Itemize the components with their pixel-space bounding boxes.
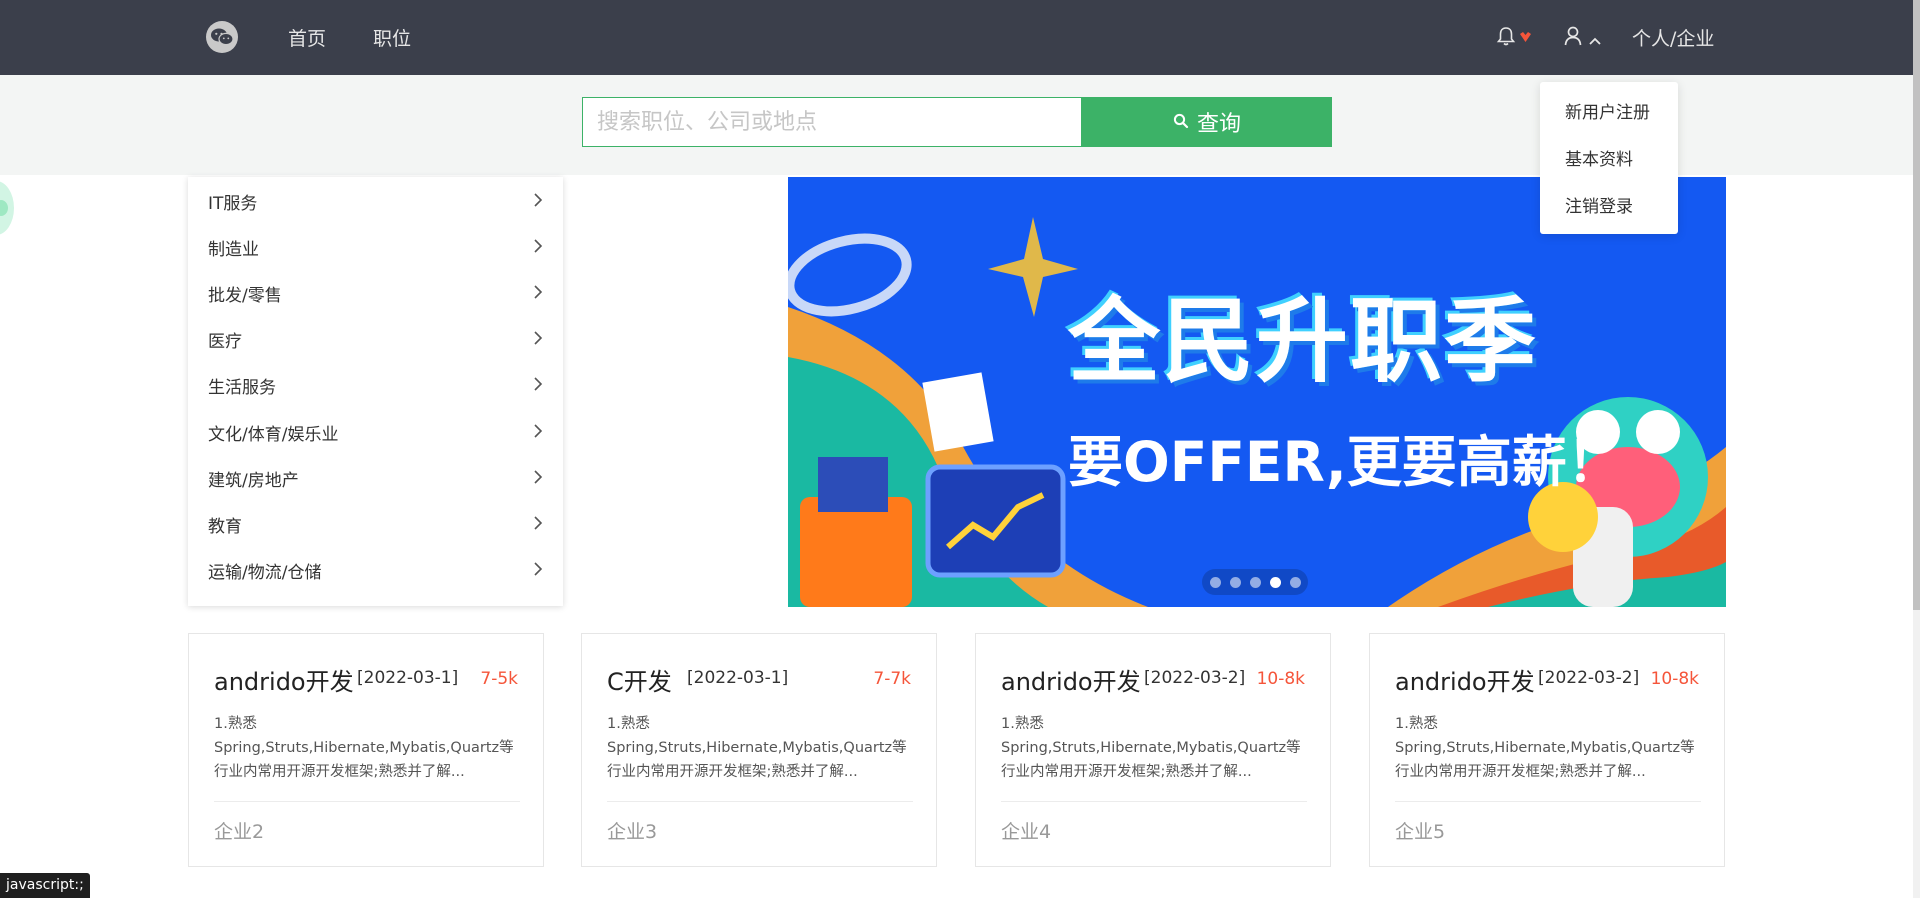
job-description: 1.熟悉 Spring,Struts,Hibernate,Mybatis,Qua… — [1395, 716, 1695, 780]
chevron-right-icon — [533, 192, 543, 212]
job-title: andrido开发 — [214, 668, 354, 696]
job-company: 企业2 — [214, 821, 265, 843]
bell-icon[interactable] — [1496, 25, 1516, 51]
category-item[interactable]: 文化/体育/娱乐业 — [188, 408, 563, 454]
job-title: C开发 — [607, 668, 672, 696]
category-item[interactable]: 批发/零售 — [188, 269, 563, 315]
category-label: 建筑/房地产 — [208, 471, 299, 491]
carousel-dot[interactable] — [1230, 577, 1241, 588]
job-date: [2022-03-2] — [1538, 668, 1640, 688]
category-item[interactable]: 运输/物流/仓储 — [188, 546, 563, 592]
job-date: [2022-03-1] — [687, 668, 789, 688]
job-card[interactable]: andrido开发 [2022-03-2] 10-8k 1.熟悉 Spring,… — [1369, 633, 1725, 867]
chevron-right-icon — [533, 238, 543, 258]
job-title: andrido开发 — [1395, 668, 1535, 696]
job-date: [2022-03-1] — [357, 668, 459, 688]
job-company: 企业5 — [1395, 821, 1446, 843]
job-company: 企业3 — [607, 821, 658, 843]
banner-title: 全民升职季 — [1068, 288, 1539, 395]
job-salary: 7-7k — [873, 669, 911, 689]
personal-enterprise-link[interactable]: 个人/企业 — [1632, 24, 1714, 51]
chevron-right-icon — [533, 284, 543, 304]
category-menu: IT服务 制造业 批发/零售 医疗 生活服务 文化/体育/娱乐业 建筑/房地产 … — [188, 177, 563, 606]
carousel-indicators — [1202, 569, 1308, 595]
chevron-right-icon — [533, 515, 543, 535]
category-label: 运输/物流/仓储 — [208, 563, 322, 583]
divider — [607, 801, 913, 802]
nav-jobs[interactable]: 职位 — [373, 24, 411, 51]
job-salary: 10-8k — [1256, 669, 1305, 689]
carousel-dot[interactable] — [1290, 577, 1301, 588]
job-description: 1.熟悉 Spring,Struts,Hibernate,Mybatis,Qua… — [607, 716, 907, 780]
job-description: 1.熟悉 Spring,Struts,Hibernate,Mybatis,Qua… — [1001, 716, 1301, 780]
category-label: 批发/零售 — [208, 286, 282, 306]
category-label: 制造业 — [208, 240, 259, 260]
chevron-right-icon — [533, 469, 543, 489]
menu-item-profile[interactable]: 基本资料 — [1565, 145, 1633, 170]
carousel-dot[interactable] — [1210, 577, 1221, 588]
promo-banner[interactable]: 全民升职季 要OFFER,更要高薪！ — [788, 177, 1726, 607]
category-item[interactable]: 建筑/房地产 — [188, 454, 563, 500]
chevron-right-icon — [533, 561, 543, 581]
menu-item-logout[interactable]: 注销登录 — [1565, 192, 1633, 217]
job-date: [2022-03-2] — [1144, 668, 1246, 688]
category-label: 生活服务 — [208, 378, 276, 398]
chevron-right-icon — [533, 423, 543, 443]
job-card[interactable]: andrido开发 [2022-03-1] 7-5k 1.熟悉 Spring,S… — [188, 633, 544, 867]
category-label: IT服务 — [208, 194, 258, 214]
scrollbar-thumb[interactable] — [1913, 0, 1920, 610]
job-salary: 7-5k — [480, 669, 518, 689]
nav-home[interactable]: 首页 — [288, 24, 326, 51]
job-card[interactable]: C开发 [2022-03-1] 7-7k 1.熟悉 Spring,Struts,… — [581, 633, 937, 867]
chevron-right-icon — [533, 376, 543, 396]
category-label: 文化/体育/娱乐业 — [208, 425, 339, 445]
category-item[interactable]: 生活服务 — [188, 361, 563, 407]
chevron-right-icon — [533, 330, 543, 350]
category-label: 教育 — [208, 517, 242, 537]
job-description: 1.熟悉 Spring,Struts,Hibernate,Mybatis,Qua… — [214, 716, 514, 780]
search-input[interactable] — [582, 97, 1082, 147]
category-item[interactable]: IT服务 — [188, 177, 563, 223]
search-button-label: 查询 — [1196, 112, 1241, 137]
user-dropdown-menu: 新用户注册 基本资料 注销登录 — [1540, 82, 1678, 234]
category-item[interactable]: 医疗 — [188, 315, 563, 361]
job-salary: 10-8k — [1650, 669, 1699, 689]
category-label: 医疗 — [208, 332, 242, 352]
user-icon[interactable] — [1563, 25, 1583, 51]
category-item[interactable]: 教育 — [188, 500, 563, 546]
wechat-icon[interactable] — [206, 21, 238, 53]
banner-subtitle: 要OFFER,更要高薪！ — [1068, 430, 1622, 494]
carousel-dot-active[interactable] — [1270, 577, 1281, 588]
divider — [1001, 801, 1307, 802]
search-icon — [1173, 110, 1189, 135]
carousel-dot[interactable] — [1250, 577, 1261, 588]
divider — [214, 801, 520, 802]
menu-item-register[interactable]: 新用户注册 — [1565, 98, 1650, 123]
status-url-tooltip: javascript:; — [0, 873, 90, 898]
job-title: andrido开发 — [1001, 668, 1141, 696]
category-item[interactable]: 制造业 — [188, 223, 563, 269]
notification-badge-icon — [1519, 28, 1532, 47]
divider — [1395, 801, 1701, 802]
search-button[interactable]: 查询 — [1082, 97, 1332, 147]
job-card[interactable]: andrido开发 [2022-03-2] 10-8k 1.熟悉 Spring,… — [975, 633, 1331, 867]
job-company: 企业4 — [1001, 821, 1052, 843]
chevron-up-icon[interactable] — [1588, 31, 1602, 50]
